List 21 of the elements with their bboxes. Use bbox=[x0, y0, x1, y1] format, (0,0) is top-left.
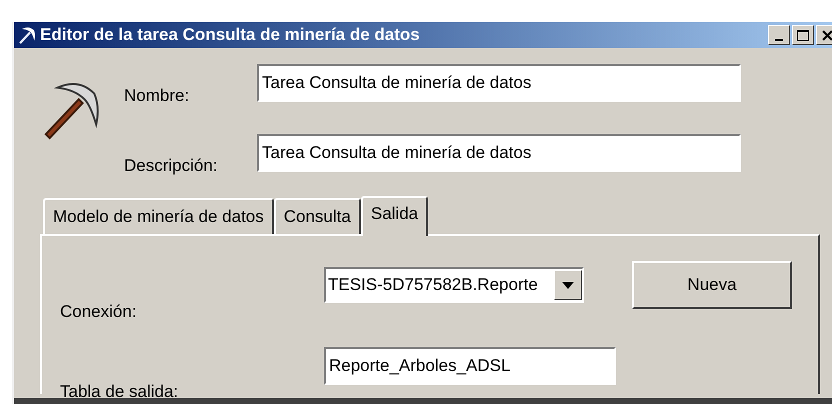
text-field[interactable]: Reporte_Arboles_ADSL bbox=[324, 347, 616, 385]
tab[interactable]: Modelo de minería de datos bbox=[43, 198, 274, 234]
pickaxe-icon bbox=[18, 26, 36, 44]
dropdown-value: TESIS-5D757582B.Reporte bbox=[327, 274, 539, 296]
field-label: Nombre: bbox=[123, 84, 190, 106]
maximize-icon bbox=[797, 30, 809, 40]
field-label: Conexión: bbox=[60, 300, 138, 322]
close-button[interactable] bbox=[816, 25, 832, 45]
field-label: Descripción: bbox=[123, 154, 219, 176]
window-title: Editor de la tarea Consulta de minería de datos bbox=[40, 24, 421, 46]
connection-dropdown[interactable]: TESIS-5D757582B.Reporte bbox=[324, 267, 584, 303]
minimize-button[interactable] bbox=[768, 25, 790, 45]
text-field[interactable]: Tarea Consulta de minería de datos bbox=[257, 134, 741, 172]
tab[interactable]: Consulta bbox=[274, 198, 361, 234]
text-field[interactable]: Tarea Consulta de minería de datos bbox=[257, 64, 741, 102]
maximize-button[interactable] bbox=[792, 25, 814, 45]
close-icon bbox=[822, 30, 832, 40]
new-button[interactable]: Nueva bbox=[632, 261, 792, 309]
minimize-icon bbox=[775, 39, 783, 41]
tab[interactable]: Salida bbox=[360, 196, 428, 236]
field-label: Tabla de salida: bbox=[60, 380, 180, 402]
